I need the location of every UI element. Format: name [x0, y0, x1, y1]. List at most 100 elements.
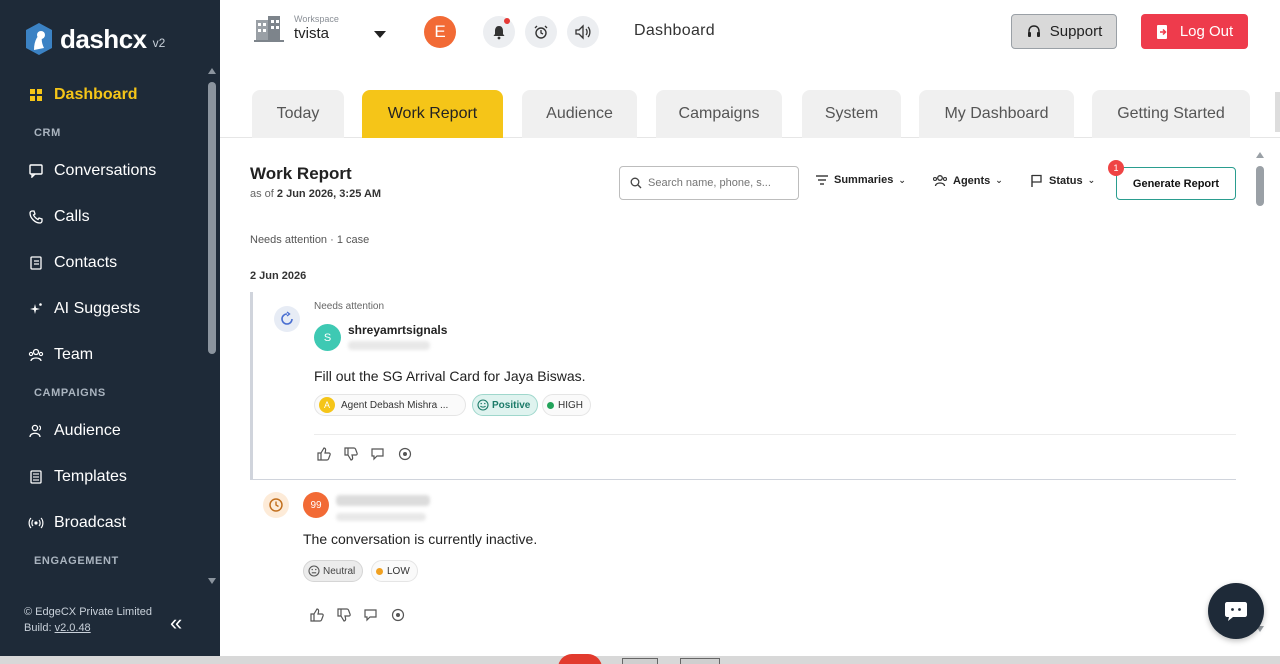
smile-icon: [477, 399, 489, 411]
thumbs-up-icon[interactable]: [314, 444, 334, 464]
agent-name: Agent Debash Mishra ...: [341, 399, 449, 411]
agents-filter[interactable]: Agents ⌄: [932, 174, 1003, 187]
target-icon[interactable]: [388, 605, 408, 625]
status-filter[interactable]: Status ⌄: [1030, 174, 1095, 187]
logo-version: v2: [152, 36, 166, 50]
redacted-name: [336, 495, 430, 506]
tab-getting-started[interactable]: Getting Started: [1092, 90, 1250, 138]
footer-build: Build: v2.0.48: [24, 620, 152, 636]
notification-dot: [504, 18, 510, 24]
tab-work-report[interactable]: Work Report: [362, 90, 503, 138]
chevron-down-icon: ⌄: [898, 174, 906, 185]
work-report-panel: Work Report as of 2 Jun 2026, 3:25 AM Su…: [220, 138, 1260, 658]
search-input[interactable]: [648, 177, 788, 189]
chat-widget-button[interactable]: [1208, 583, 1264, 639]
agent-avatar: A: [319, 397, 335, 413]
phone-icon: [26, 207, 46, 227]
workspace-label: Workspace: [294, 14, 339, 24]
sidebar-item-label: Calls: [54, 208, 90, 225]
support-button[interactable]: Support: [1011, 14, 1117, 49]
customer-name[interactable]: shreyamrtsignals: [348, 323, 447, 337]
case-status-label: Needs attention: [314, 301, 385, 312]
sidebar-item-audience[interactable]: Audience: [0, 408, 206, 454]
chat-icon: [26, 161, 46, 181]
tab-my-dashboard[interactable]: My Dashboard: [919, 90, 1074, 138]
sidebar-item-team[interactable]: Team: [0, 332, 206, 378]
refresh-icon: [274, 306, 300, 332]
generate-report-badge: 1: [1108, 160, 1124, 176]
sidebar-item-label: Team: [54, 346, 94, 363]
as-of-prefix: as of: [250, 188, 274, 200]
sidebar-item-label: Templates: [54, 468, 127, 485]
thumbs-down-icon[interactable]: [334, 605, 354, 625]
taskbar-app-icon[interactable]: [558, 654, 602, 664]
workspace-dropdown-caret-icon[interactable]: [374, 31, 386, 38]
customer-avatar: S: [314, 324, 341, 351]
sidebar-item-ai-suggests[interactable]: AI Suggests: [0, 286, 206, 332]
retweet-icon[interactable]: [368, 444, 388, 464]
sidebar-section-campaigns: CAMPAIGNS: [34, 387, 106, 399]
broadcast-icon: [26, 513, 46, 533]
thumbs-up-icon[interactable]: [307, 605, 327, 625]
logo[interactable]: dashcx v2: [24, 22, 165, 56]
sidebar-item-label: Broadcast: [54, 514, 127, 531]
sentiment-badge: Positive: [472, 394, 539, 416]
user-avatar[interactable]: E: [424, 16, 456, 48]
content-scrollbar[interactable]: [1256, 152, 1264, 632]
scroll-up-arrow-icon[interactable]: [1256, 152, 1264, 158]
team-icon: [26, 345, 46, 365]
generate-report-button[interactable]: Generate Report: [1116, 167, 1236, 200]
tab-audience[interactable]: Audience: [522, 90, 637, 138]
top-bar: Workspace tvista E Dashboard Support Log…: [220, 0, 1280, 64]
workspace-name: tvista: [294, 25, 330, 42]
priority-label: HIGH: [558, 399, 583, 411]
scroll-up-arrow-icon[interactable]: [208, 68, 216, 74]
thumbs-down-icon[interactable]: [341, 444, 361, 464]
sidebar-item-dashboard[interactable]: Dashboard: [0, 72, 206, 118]
sentiment-label: Neutral: [323, 565, 356, 577]
logo-text-dash: dash: [60, 23, 119, 54]
tab-campaigns[interactable]: Campaigns: [656, 90, 782, 138]
sidebar-item-label: AI Suggests: [54, 300, 141, 317]
taskbar-window-icon[interactable]: [680, 658, 720, 664]
sidebar-section-engagement: ENGAGEMENT: [34, 555, 119, 567]
redacted-phone: [348, 341, 430, 350]
chat-bubble-icon: [1225, 602, 1247, 621]
scrollbar-thumb[interactable]: [1256, 166, 1264, 206]
priority-label: LOW: [387, 565, 410, 577]
scrollbar-thumb[interactable]: [208, 82, 216, 354]
chevron-down-icon: ⌄: [995, 175, 1003, 185]
case-card[interactable]: Needs attention S shreyamrtsignals Fill …: [250, 292, 1236, 480]
page-scrollbar[interactable]: [1275, 92, 1280, 132]
priority-dot: [547, 401, 554, 409]
logout-button[interactable]: Log Out: [1141, 14, 1248, 49]
alarm-clock-icon: [534, 25, 548, 39]
search-box[interactable]: [619, 166, 799, 200]
target-icon[interactable]: [395, 444, 415, 464]
tab-system[interactable]: System: [802, 90, 901, 138]
workspace-selector[interactable]: Workspace tvista: [254, 14, 339, 42]
agent-chip[interactable]: A Agent Debash Mishra ...: [314, 394, 466, 416]
build-version-link[interactable]: v2.0.48: [55, 622, 91, 634]
as-of-value: 2 Jun 2026, 3:25 AM: [276, 188, 382, 200]
sidebar-item-broadcast[interactable]: Broadcast: [0, 500, 206, 546]
page-title: Dashboard: [634, 22, 715, 39]
contacts-icon: [26, 253, 46, 273]
sound-button[interactable]: [567, 16, 599, 48]
sidebar-item-contacts[interactable]: Contacts: [0, 240, 206, 286]
scroll-down-arrow-icon[interactable]: [208, 578, 216, 584]
notifications-button[interactable]: [483, 16, 515, 48]
sidebar-item-conversations[interactable]: Conversations: [0, 148, 206, 194]
sidebar-item-templates[interactable]: Templates: [0, 454, 206, 500]
retweet-icon[interactable]: [361, 605, 381, 625]
taskbar-window-icon[interactable]: [622, 658, 658, 664]
alarm-button[interactable]: [525, 16, 557, 48]
building-icon: [254, 16, 284, 42]
case-summary: The conversation is currently inactive.: [303, 531, 538, 547]
clock-icon: [263, 492, 289, 518]
sidebar-scrollbar[interactable]: [208, 68, 216, 584]
collapse-sidebar-button[interactable]: «: [170, 610, 182, 636]
tab-today[interactable]: Today: [252, 90, 344, 138]
summaries-filter[interactable]: Summaries ⌄: [815, 174, 906, 186]
sidebar-item-calls[interactable]: Calls: [0, 194, 206, 240]
